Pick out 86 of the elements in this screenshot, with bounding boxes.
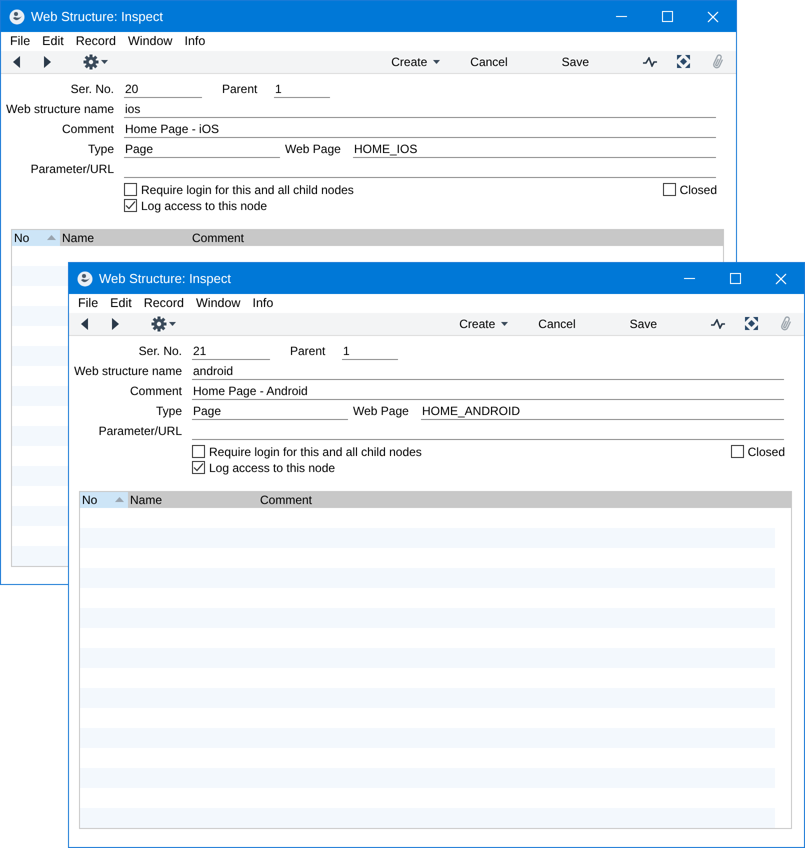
save-button[interactable]: Save [558, 50, 593, 73]
field-label: Type [86, 140, 115, 158]
caret-icon [169, 322, 176, 326]
create-button[interactable]: Create [387, 50, 444, 73]
menu-item[interactable]: File [4, 32, 36, 51]
app-logo-icon [77, 270, 93, 286]
input-field[interactable]: Home Page - Android [192, 384, 784, 400]
caret-icon [501, 322, 508, 326]
input-field[interactable]: 1 [274, 82, 330, 98]
app-logo-icon [9, 8, 25, 24]
paperclip-icon [712, 54, 724, 70]
menu-item[interactable]: Window [190, 294, 246, 313]
input-field[interactable]: ios [124, 102, 716, 118]
checkbox[interactable] [192, 445, 205, 458]
column-header[interactable]: No [80, 492, 128, 508]
field-label: Parameter/URL [98, 422, 183, 440]
settings-icon [83, 54, 99, 70]
save-button[interactable]: Save [626, 312, 661, 335]
checkbox-label: Closed [748, 444, 785, 461]
column-header[interactable]: Comment [258, 492, 558, 508]
checkbox[interactable] [192, 461, 205, 474]
pulse-icon [643, 56, 657, 67]
window-title: Web Structure: Inspect [99, 270, 232, 288]
menu-item[interactable]: Edit [104, 294, 138, 313]
menu-item[interactable]: Window [122, 32, 178, 51]
paperclip-icon [780, 316, 792, 332]
input-field[interactable]: 21 [192, 344, 270, 360]
cancel-button[interactable]: Cancel [534, 312, 580, 335]
field-label: Comment [128, 382, 183, 400]
input-field[interactable]: Page [192, 404, 348, 420]
cancel-button[interactable]: Cancel [466, 50, 512, 73]
field-label: Comment [60, 120, 115, 138]
settings-icon [151, 316, 167, 332]
field-label: Ser. No. [138, 342, 183, 360]
expand-icon [745, 317, 758, 330]
column-header[interactable]: Name [60, 230, 190, 246]
caret-icon [101, 60, 108, 64]
back-icon [81, 318, 89, 330]
checkbox[interactable] [662, 183, 676, 196]
input-field[interactable]: Home Page - iOS [124, 122, 716, 138]
field-label: Web structure name [73, 362, 183, 380]
forward-icon [111, 318, 119, 330]
field-label: Type [154, 402, 183, 420]
forward-icon [43, 56, 51, 68]
menu-item[interactable]: Record [138, 294, 190, 313]
menu-item[interactable]: File [72, 294, 104, 313]
checkbox[interactable] [730, 445, 744, 458]
column-header[interactable]: No [12, 230, 60, 246]
caret-icon [433, 60, 440, 64]
input-field[interactable]: HOME_IOS [353, 142, 716, 158]
column-header[interactable]: Comment [190, 230, 490, 246]
sort-arrow-icon [47, 235, 56, 240]
menu-item[interactable]: Info [178, 32, 212, 51]
checkbox-label: Require login for this and all child nodes [141, 182, 354, 199]
pulse-icon [711, 318, 725, 329]
field-label: Web Page [353, 402, 410, 420]
input-field[interactable]: android [192, 364, 784, 380]
create-button[interactable]: Create [455, 312, 512, 335]
checkbox[interactable] [124, 183, 137, 196]
menu-item[interactable]: Edit [36, 32, 70, 51]
menu-item[interactable]: Info [246, 294, 280, 313]
checkbox-label: Require login for this and all child nodes [209, 444, 422, 461]
menu-item[interactable]: Record [70, 32, 122, 51]
input-field[interactable]: 1 [342, 344, 398, 360]
input-field[interactable]: 20 [124, 82, 202, 98]
sort-arrow-icon [115, 497, 124, 502]
field-label: Parent [222, 80, 258, 98]
field-label: Parameter/URL [30, 160, 115, 178]
expand-icon [677, 55, 690, 68]
field-label: Web Page [285, 140, 342, 158]
window-title: Web Structure: Inspect [31, 8, 164, 26]
maximize-icon [662, 11, 672, 22]
maximize-icon [730, 273, 740, 284]
input-field[interactable]: Page [124, 142, 280, 158]
close-icon [707, 10, 719, 22]
input-field[interactable]: HOME_ANDROID [421, 404, 784, 420]
checkbox-label: Log access to this node [141, 198, 268, 215]
field-label: Ser. No. [70, 80, 115, 98]
checkbox[interactable] [124, 199, 137, 212]
field-label: Parent [290, 342, 326, 360]
close-icon [775, 272, 787, 284]
checkbox-label: Closed [680, 182, 717, 199]
back-icon [13, 56, 21, 68]
checkbox-label: Log access to this node [209, 460, 336, 477]
column-header[interactable]: Name [128, 492, 258, 508]
field-label: Web structure name [5, 100, 115, 118]
